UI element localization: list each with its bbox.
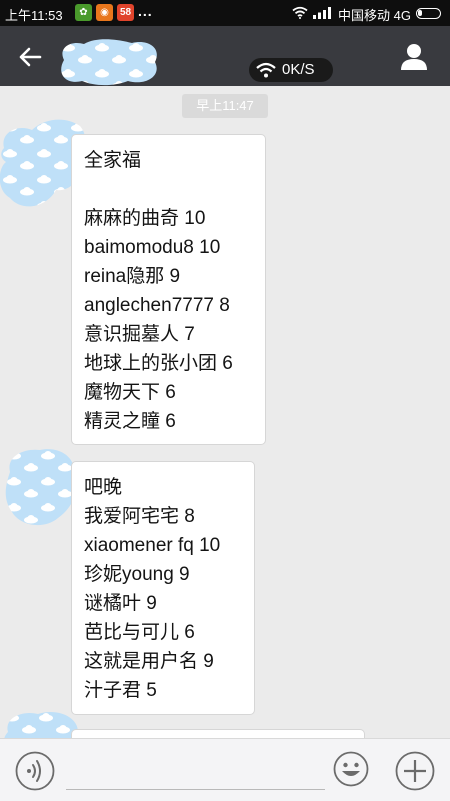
message-bubble[interactable]: 吧晚 我爱阿宅宅 8 xiaomener fq 10 珍妮young 9 谜橘叶… (71, 461, 255, 715)
voice-input-button[interactable] (15, 751, 55, 791)
more-notifications-indicator: ... (138, 3, 153, 19)
message-input-bar (0, 738, 450, 801)
message-line: 吧晚 (84, 477, 123, 498)
message-line: 芭比与可儿 6 (84, 622, 195, 643)
message-input[interactable] (66, 753, 325, 790)
wechat-notification-icon: ✿ (75, 4, 92, 21)
message-line: 汁子君 5 (84, 680, 157, 701)
message-line: 谜橘叶 9 (84, 593, 157, 614)
message-line: 全家福 (84, 150, 142, 171)
more-options-button[interactable] (395, 751, 435, 791)
message-timestamp: 早上11:47 (182, 94, 268, 118)
status-bar: 上午11:53 ✿ ◉ 58 ... 中国移动 4G (0, 0, 450, 26)
message-line: 精灵之瞳 6 (84, 411, 176, 432)
message-line: xiaomener fq 10 (84, 535, 221, 556)
battery-icon (416, 8, 441, 19)
profile-button[interactable] (398, 41, 430, 73)
emoji-button[interactable] (333, 751, 369, 787)
message-line: 我爱阿宅宅 8 (84, 506, 195, 527)
message-bubble[interactable]: 全家福 麻麻的曲奇 10 baimomodu8 10 reina隐那 9 ang… (71, 134, 266, 445)
app-notification-icon: ◉ (96, 4, 113, 21)
cell-signal-icon (313, 7, 331, 19)
message-line: 这就是用户名 9 (84, 651, 214, 672)
message-line: baimomodu8 10 (84, 237, 221, 258)
wifi-icon (256, 62, 276, 78)
back-button[interactable] (15, 42, 45, 72)
message-line: anglechen7777 8 (84, 295, 230, 316)
status-time: 上午11:53 (5, 8, 63, 23)
redacted-avatar[interactable] (4, 446, 78, 528)
message-line: 魔物天下 6 (84, 382, 176, 403)
message-line: 意识掘墓人 7 (84, 324, 195, 345)
message-line: 地球上的张小团 6 (84, 353, 233, 374)
network-speed-text: 0K/S (282, 61, 315, 78)
message-line: 麻麻的曲奇 10 (84, 208, 206, 229)
chat-header: 0K/S (0, 26, 450, 86)
message-line: reina隐那 9 (84, 266, 181, 287)
network-speed-indicator: 0K/S (249, 58, 333, 82)
redacted-chat-title (61, 39, 157, 86)
carrier-label: 中国移动 4G (338, 8, 411, 23)
message-line (84, 175, 254, 204)
message-line: 珍妮young 9 (84, 564, 190, 585)
wifi-signal-icon (292, 6, 308, 19)
notification-badge: 58 (117, 4, 134, 21)
